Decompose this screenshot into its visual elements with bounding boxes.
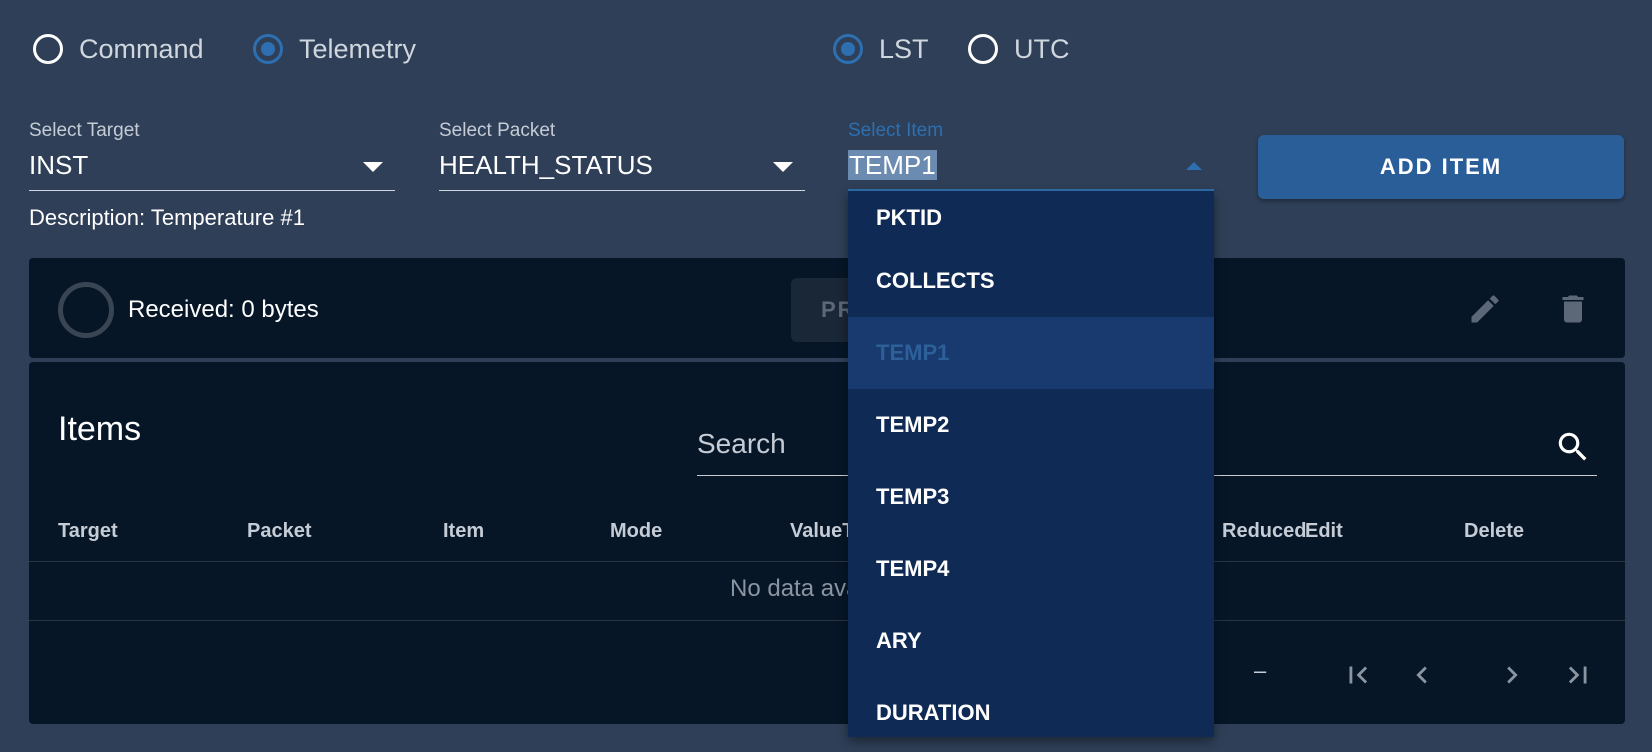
chevron-left-icon[interactable] (1405, 658, 1439, 697)
radio-command-label: Command (79, 33, 204, 64)
radio-telemetry-label: Telemetry (299, 33, 417, 64)
menu-item-collects[interactable]: COLLECTS (848, 245, 1214, 317)
menu-item-pktid[interactable]: PKTID (848, 191, 1214, 245)
select-item-value: TEMP1 (848, 150, 937, 180)
column-header-delete[interactable]: Delete (1464, 520, 1524, 543)
search-input[interactable]: Search (697, 428, 786, 460)
select-packet-label: Select Packet (439, 120, 556, 141)
page-first-icon[interactable] (1341, 658, 1375, 697)
select-packet[interactable]: Select Packet HEALTH_STATUS (439, 120, 805, 192)
radio-command-circle[interactable] (33, 34, 63, 64)
column-header-item[interactable]: Item (443, 520, 484, 543)
select-target-label: Select Target (29, 120, 140, 141)
menu-item-temp4[interactable]: TEMP4 (848, 533, 1214, 605)
radio-utc-label: UTC (1014, 33, 1070, 64)
items-panel (29, 362, 1625, 724)
menu-item-temp3[interactable]: TEMP3 (848, 461, 1214, 533)
table-footer-divider (29, 620, 1625, 621)
column-header-reduced[interactable]: Reduced (1222, 520, 1306, 543)
radio-lst[interactable]: LST (833, 25, 929, 73)
column-header-edit[interactable]: Edit (1305, 520, 1343, 543)
radio-telemetry[interactable]: Telemetry (253, 25, 416, 73)
menu-up-icon (1186, 162, 1202, 170)
menu-item-ary[interactable]: ARY (848, 605, 1214, 677)
menu-item-temp2[interactable]: TEMP2 (848, 389, 1214, 461)
column-header-target[interactable]: Target (58, 520, 118, 543)
add-item-button[interactable]: ADD ITEM (1258, 135, 1624, 199)
pagination-range: – (1254, 658, 1267, 683)
select-item-label: Select Item (848, 120, 944, 141)
radio-telemetry-circle[interactable] (253, 34, 283, 64)
menu-item-temp1[interactable]: TEMP1 (848, 317, 1214, 389)
pencil-icon[interactable] (1467, 291, 1503, 332)
select-item[interactable]: Select Item TEMP1 (848, 120, 1214, 192)
received-bytes: Received: 0 bytes (128, 296, 319, 323)
trash-icon[interactable] (1555, 291, 1591, 332)
select-packet-value: HEALTH_STATUS (439, 150, 653, 180)
progress-spinner (58, 282, 114, 338)
items-title: Items (58, 410, 142, 448)
menu-down-icon (773, 162, 793, 172)
column-header-packet[interactable]: Packet (247, 520, 312, 543)
search-icon[interactable] (1554, 428, 1592, 471)
menu-item-duration[interactable]: DURATION (848, 677, 1214, 737)
page-last-icon[interactable] (1561, 658, 1595, 697)
item-description: Description: Temperature #1 (29, 205, 305, 230)
table-header-divider (29, 561, 1625, 562)
radio-command[interactable]: Command (33, 25, 204, 73)
radio-utc-circle[interactable] (968, 34, 998, 64)
select-packet-underline (439, 190, 805, 191)
item-dropdown-menu: PKTID COLLECTS TEMP1 TEMP2 TEMP3 TEMP4 A… (848, 191, 1214, 737)
select-item-input[interactable]: TEMP1 (848, 150, 937, 181)
chevron-right-icon[interactable] (1495, 658, 1529, 697)
radio-utc[interactable]: UTC (968, 25, 1070, 73)
radio-lst-circle[interactable] (833, 34, 863, 64)
select-target-underline (29, 190, 395, 191)
select-target-value: INST (29, 150, 89, 180)
radio-lst-label: LST (879, 33, 929, 64)
menu-down-icon (363, 162, 383, 172)
select-target[interactable]: Select Target INST (29, 120, 395, 192)
column-header-mode[interactable]: Mode (610, 520, 662, 543)
